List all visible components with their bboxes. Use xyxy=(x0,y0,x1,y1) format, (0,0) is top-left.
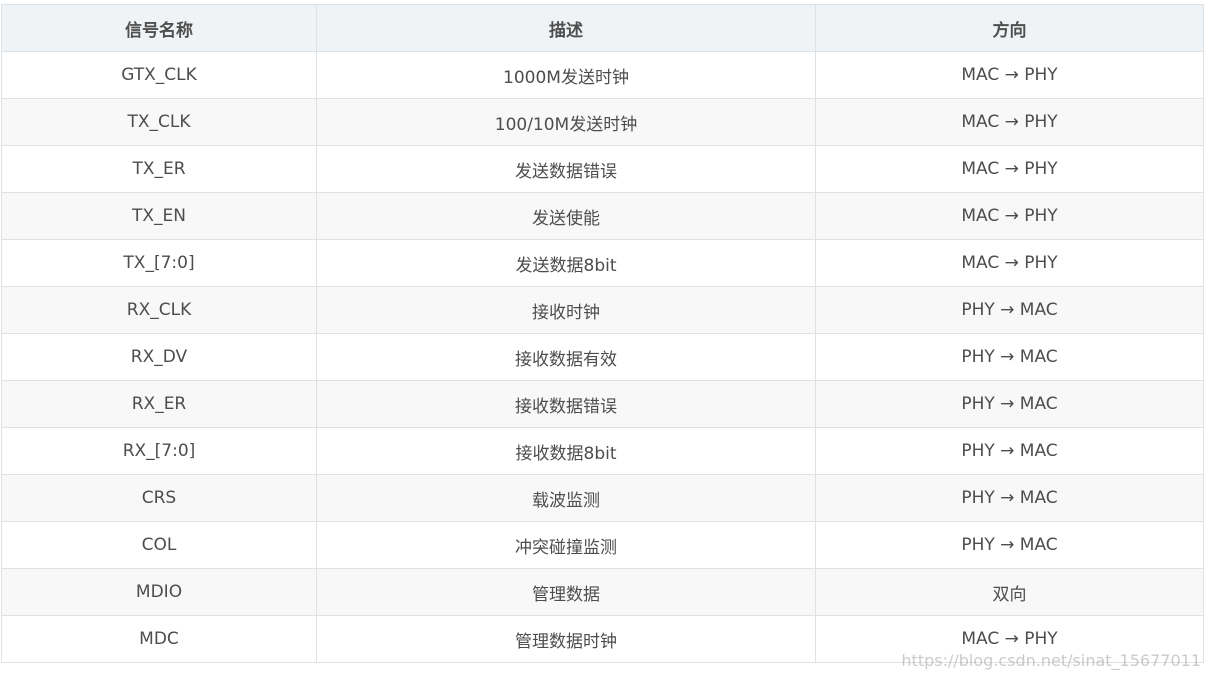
cell-signal-name: TX_EN xyxy=(1,192,317,240)
header-description: 描述 xyxy=(316,4,816,52)
table-row: RX_CLK 接收时钟 PHY → MAC xyxy=(1,286,1204,334)
cell-description: 发送使能 xyxy=(316,192,816,240)
cell-signal-name: RX_ER xyxy=(1,380,317,428)
cell-signal-name: TX_ER xyxy=(1,145,317,193)
table-row: RX_ER 接收数据错误 PHY → MAC xyxy=(1,380,1204,428)
cell-description: 100/10M发送时钟 xyxy=(316,98,816,146)
cell-direction: MAC → PHY xyxy=(815,192,1204,240)
cell-description: 冲突碰撞监测 xyxy=(316,521,816,569)
cell-signal-name: CRS xyxy=(1,474,317,522)
cell-description: 发送数据错误 xyxy=(316,145,816,193)
table-row: TX_EN 发送使能 MAC → PHY xyxy=(1,192,1204,240)
cell-signal-name: RX_DV xyxy=(1,333,317,381)
header-row: 信号名称 描述 方向 xyxy=(1,4,1204,52)
table-row: GTX_CLK 1000M发送时钟 MAC → PHY xyxy=(1,51,1204,99)
cell-description: 接收时钟 xyxy=(316,286,816,334)
cell-direction: MAC → PHY xyxy=(815,145,1204,193)
table-row: CRS 载波监测 PHY → MAC xyxy=(1,474,1204,522)
cell-direction: 双向 xyxy=(815,568,1204,616)
header-signal-name: 信号名称 xyxy=(1,4,317,52)
signal-table: 信号名称 描述 方向 GTX_CLK 1000M发送时钟 MAC → PHY T… xyxy=(1,4,1204,663)
cell-direction: MAC → PHY xyxy=(815,98,1204,146)
cell-signal-name: MDC xyxy=(1,615,317,663)
table-row: TX_[7:0] 发送数据8bit MAC → PHY xyxy=(1,239,1204,287)
table-row: TX_CLK 100/10M发送时钟 MAC → PHY xyxy=(1,98,1204,146)
cell-signal-name: RX_[7:0] xyxy=(1,427,317,475)
cell-direction: PHY → MAC xyxy=(815,474,1204,522)
cell-description: 接收数据错误 xyxy=(316,380,816,428)
table-row: RX_[7:0] 接收数据8bit PHY → MAC xyxy=(1,427,1204,475)
cell-direction: PHY → MAC xyxy=(815,427,1204,475)
table-row: TX_ER 发送数据错误 MAC → PHY xyxy=(1,145,1204,193)
watermark-url: https://blog.csdn.net/sinat_15677011 xyxy=(901,651,1201,670)
table-row: COL 冲突碰撞监测 PHY → MAC xyxy=(1,521,1204,569)
cell-description: 接收数据8bit xyxy=(316,427,816,475)
table-row: RX_DV 接收数据有效 PHY → MAC xyxy=(1,333,1204,381)
cell-direction: PHY → MAC xyxy=(815,333,1204,381)
cell-description: 载波监测 xyxy=(316,474,816,522)
table-row: MDIO 管理数据 双向 xyxy=(1,568,1204,616)
cell-signal-name: MDIO xyxy=(1,568,317,616)
cell-signal-name: RX_CLK xyxy=(1,286,317,334)
cell-direction: PHY → MAC xyxy=(815,380,1204,428)
cell-direction: PHY → MAC xyxy=(815,521,1204,569)
cell-description: 管理数据时钟 xyxy=(316,615,816,663)
cell-description: 1000M发送时钟 xyxy=(316,51,816,99)
cell-direction: MAC → PHY xyxy=(815,239,1204,287)
cell-signal-name: COL xyxy=(1,521,317,569)
cell-description: 管理数据 xyxy=(316,568,816,616)
cell-signal-name: TX_[7:0] xyxy=(1,239,317,287)
cell-direction: MAC → PHY xyxy=(815,51,1204,99)
cell-direction: PHY → MAC xyxy=(815,286,1204,334)
header-direction: 方向 xyxy=(815,4,1204,52)
cell-signal-name: TX_CLK xyxy=(1,98,317,146)
cell-description: 接收数据有效 xyxy=(316,333,816,381)
cell-signal-name: GTX_CLK xyxy=(1,51,317,99)
cell-description: 发送数据8bit xyxy=(316,239,816,287)
